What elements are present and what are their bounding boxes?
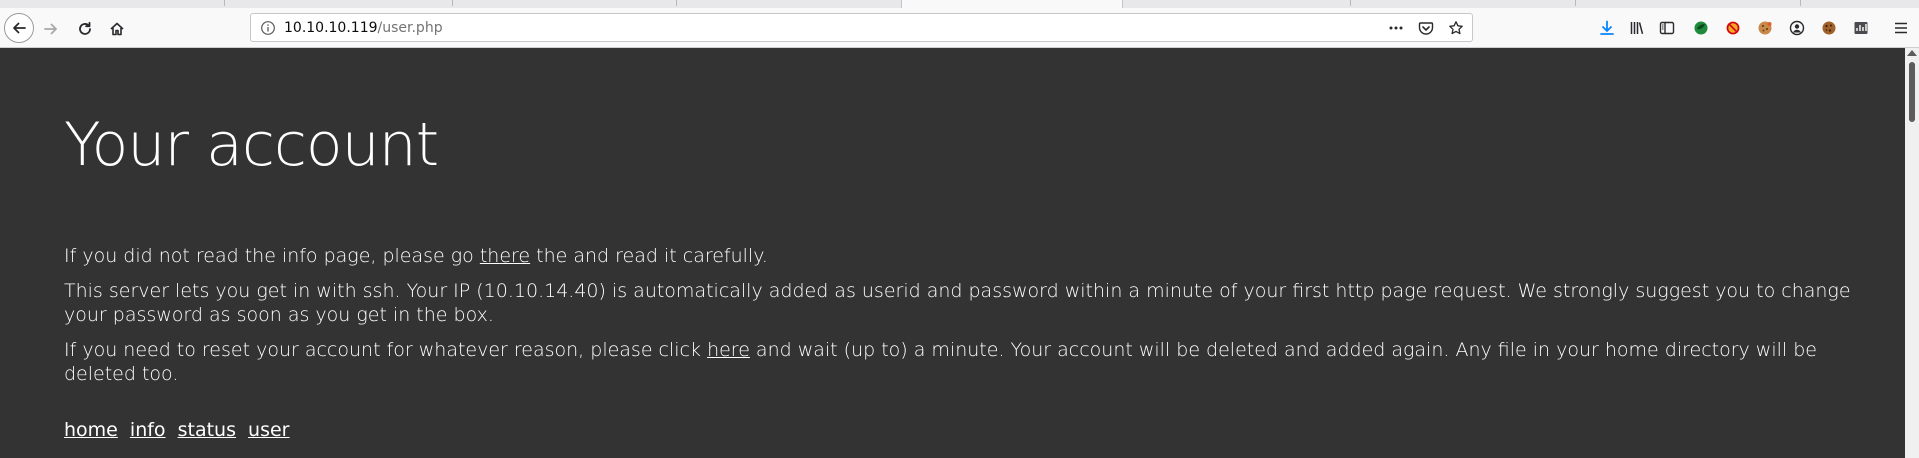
active-tab[interactable] [901, 0, 1123, 8]
ssh-paragraph: This server lets you get in with ssh. Yo… [64, 280, 1851, 326]
address-bar[interactable]: 10.10.10.119/user.php [250, 13, 1473, 42]
reload-icon [79, 21, 91, 35]
forward-button[interactable] [40, 18, 62, 40]
tab-divider [1575, 0, 1576, 6]
url-actions [1388, 14, 1464, 41]
navigation-toolbar: 10.10.10.119/user.php [0, 8, 1919, 48]
scroll-up-icon[interactable] [1907, 50, 1917, 56]
extension-green-icon[interactable] [1689, 16, 1713, 40]
scroll-thumb[interactable] [1909, 62, 1915, 122]
pocket-icon[interactable] [1418, 20, 1434, 36]
extension-chart-icon[interactable] [1849, 16, 1873, 40]
home-button[interactable] [106, 18, 128, 40]
page-title: Your account [64, 110, 439, 180]
page-actions-icon[interactable] [1388, 20, 1404, 36]
tab-divider [676, 0, 677, 6]
cookie-icon[interactable] [1753, 16, 1777, 40]
info-text-after: the and read it carefully. [530, 245, 768, 267]
arrow-right-icon [44, 23, 57, 35]
arrow-left-icon [13, 22, 26, 34]
url-text[interactable]: 10.10.10.119/user.php [284, 20, 443, 36]
reload-button[interactable] [74, 18, 96, 40]
nav-link-status[interactable]: status [178, 419, 236, 441]
site-info-icon[interactable] [260, 20, 276, 36]
cookie-editor-icon[interactable] [1817, 16, 1841, 40]
tab-divider [224, 0, 225, 6]
tab-strip [0, 0, 1919, 8]
info-page-link[interactable]: there [480, 245, 530, 267]
back-button[interactable] [4, 13, 34, 43]
menu-icon[interactable] [1889, 16, 1913, 40]
extension-blocked-icon[interactable] [1721, 16, 1745, 40]
bottom-nav: home info status user [64, 419, 296, 441]
nav-link-info[interactable]: info [130, 419, 166, 441]
vertical-scrollbar[interactable] [1905, 48, 1919, 458]
reset-text-before: If you need to reset your account for wh… [64, 339, 708, 361]
bookmark-star-icon[interactable] [1448, 20, 1464, 36]
url-host: 10.10.10.119 [284, 19, 378, 36]
info-text-before: If you did not read the info page, pleas… [64, 245, 480, 267]
downloads-icon[interactable] [1595, 16, 1619, 40]
nav-link-home[interactable]: home [64, 419, 118, 441]
url-path: /user.php [377, 19, 443, 36]
home-icon [110, 22, 124, 36]
info-paragraph: If you did not read the info page, pleas… [64, 244, 1864, 268]
account-icon[interactable] [1785, 16, 1809, 40]
tab-divider [1350, 0, 1351, 6]
nav-link-user[interactable]: user [248, 419, 289, 441]
tab-divider [452, 0, 453, 6]
library-icon[interactable] [1625, 16, 1649, 40]
tab-divider [1800, 0, 1801, 6]
reset-paragraph: If you need to reset your account for wh… [64, 338, 1864, 386]
reset-account-link[interactable]: here [707, 339, 750, 361]
sidebar-icon[interactable] [1655, 16, 1679, 40]
